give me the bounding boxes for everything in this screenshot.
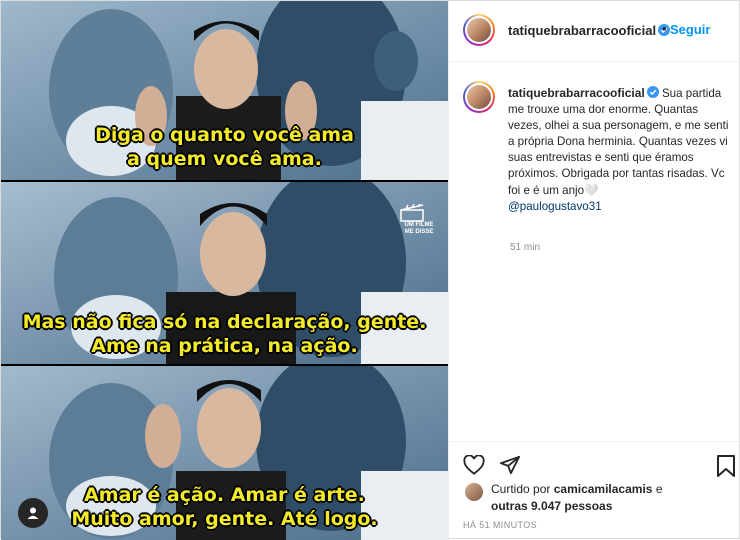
mention-link[interactable]: @paulogustavo31 [508, 200, 602, 213]
post-media[interactable]: Diga o quanto você ama a quem você ama. [1, 1, 448, 540]
liked-by-prefix: Curtido por [491, 482, 551, 496]
liked-by-user[interactable]: camicamilacamis [554, 482, 653, 496]
instagram-post: Diga o quanto você ama a quem você ama. [0, 0, 740, 540]
user-icon [27, 507, 39, 519]
liker-avatar[interactable] [464, 482, 484, 502]
follow-button[interactable]: Seguir [670, 22, 710, 37]
media-caption: Diga o quanto você ama a quem você ama. [1, 123, 448, 171]
username-link[interactable]: tatiquebrabarracooficial [508, 23, 656, 38]
watermark-line: ME DISSE [404, 229, 434, 235]
media-panel-3: Amar é ação. Amar é arte. Muito amor, ge… [1, 366, 448, 540]
separator-dot: • [662, 21, 667, 36]
caption-line: a quem você ama. [127, 148, 322, 170]
post-sidebar: tatiquebrabarracooficial • Seguir tatiqu… [448, 1, 740, 540]
media-panel-2: UM FILME ME DISSE Mas não fica só na dec… [1, 182, 448, 364]
caption-text: Sua partida me trouxe uma dor enorme. Qu… [508, 87, 729, 197]
media-caption: Amar é ação. Amar é arte. Muito amor, ge… [1, 483, 448, 531]
share-icon[interactable] [499, 455, 521, 475]
liked-by-others[interactable]: outras 9.047 pessoas [491, 499, 612, 513]
watermark-logo: UM FILME ME DISSE [399, 204, 439, 236]
verified-badge-icon [646, 86, 659, 98]
media-panel-1: Diga o quanto você ama a quem você ama. [1, 1, 448, 180]
caption-line: Amar é ação. Amar é arte. [84, 484, 365, 506]
caption-username[interactable]: tatiquebrabarracooficial [508, 86, 645, 100]
post-header: tatiquebrabarracooficial • Seguir [449, 1, 740, 62]
media-caption: Mas não fica só na declaração, gente. Am… [1, 310, 448, 358]
clapperboard-icon [400, 204, 424, 222]
caption-line: Muito amor, gente. Até logo. [71, 508, 378, 530]
caption-line: Ame na prática, na ação. [91, 335, 358, 357]
watermark-line: UM FILME [404, 222, 434, 228]
bookmark-icon[interactable] [716, 455, 736, 477]
avatar[interactable] [463, 14, 495, 46]
tagged-users-button[interactable] [18, 498, 48, 528]
liked-by-and: e [655, 482, 663, 496]
caption-line: Diga o quanto você ama [95, 124, 354, 146]
likes-text: Curtido por camicamilacamis e outras 9.0… [491, 481, 731, 515]
caption-timestamp: 51 min [510, 242, 541, 253]
header-user: tatiquebrabarracooficial [508, 22, 671, 40]
caption-body: tatiquebrabarracooficial Sua partida me … [508, 85, 730, 215]
post-timestamp[interactable]: HÁ 51 MINUTOS [463, 520, 537, 530]
avatar[interactable] [463, 81, 495, 113]
caption-line: Mas não fica só na declaração, gente. [22, 311, 427, 333]
action-bar [449, 441, 740, 482]
heart-icon[interactable] [463, 455, 485, 475]
